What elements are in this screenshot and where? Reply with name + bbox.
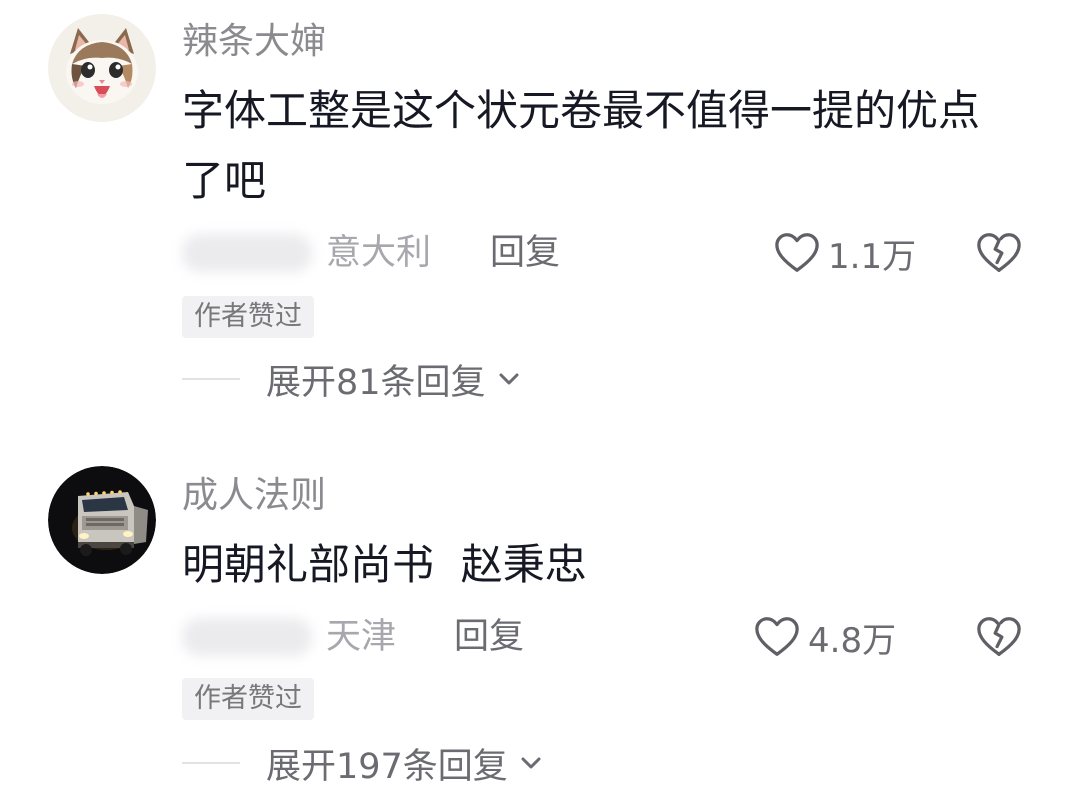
expand-replies-button[interactable]: 展开197条回复 (182, 738, 544, 788)
like-button[interactable]: 4.8万 (754, 612, 896, 662)
reply-button[interactable]: 回复 (490, 232, 560, 274)
user-avatar[interactable] (48, 466, 156, 574)
dislike-button[interactable] (976, 614, 1022, 660)
comment-text: 字体工整是这个状元卷最不值得一提的优点了吧 (182, 86, 981, 205)
expand-replies-label: 展开197条回复 (266, 746, 508, 787)
like-count: 4.8万 (808, 620, 897, 661)
comment-username[interactable]: 成人法则 (182, 476, 326, 516)
comment-text: 明朝礼部尚书 赵秉忠 (182, 540, 587, 589)
like-count: 1.1万 (828, 236, 917, 277)
expand-divider-line (182, 762, 240, 764)
heart-icon (755, 617, 799, 656)
expand-replies-label: 展开81条回复 (266, 362, 486, 403)
comment-username[interactable]: 辣条大婶 (182, 22, 326, 62)
author-liked-badge: 作者赞过 (182, 678, 314, 720)
broken-heart-icon (977, 233, 1021, 272)
broken-heart-icon (977, 617, 1021, 656)
truck-avatar-icon (48, 466, 156, 574)
expand-replies-button[interactable]: 展开81条回复 (182, 354, 522, 404)
chevron-down-icon (518, 750, 544, 776)
comment-timestamp-blurred (182, 234, 312, 272)
author-liked-badge: 作者赞过 (182, 296, 314, 338)
dislike-button[interactable] (976, 230, 1022, 276)
comment-meta-row: 天津 回复 4.8万 (182, 612, 1042, 662)
comment-location: 意大利 (326, 233, 432, 273)
comment-location: 天津 (326, 617, 397, 657)
user-avatar[interactable] (48, 14, 156, 122)
expand-divider-line (182, 378, 240, 380)
comment-meta-row: 意大利 回复 1.1万 (182, 228, 1042, 278)
chevron-down-icon (496, 366, 522, 392)
comment-timestamp-blurred (182, 618, 312, 656)
reply-button[interactable]: 回复 (454, 616, 524, 658)
cat-avatar-icon (48, 14, 156, 122)
heart-icon (775, 233, 819, 272)
like-button[interactable]: 1.1万 (774, 228, 916, 278)
